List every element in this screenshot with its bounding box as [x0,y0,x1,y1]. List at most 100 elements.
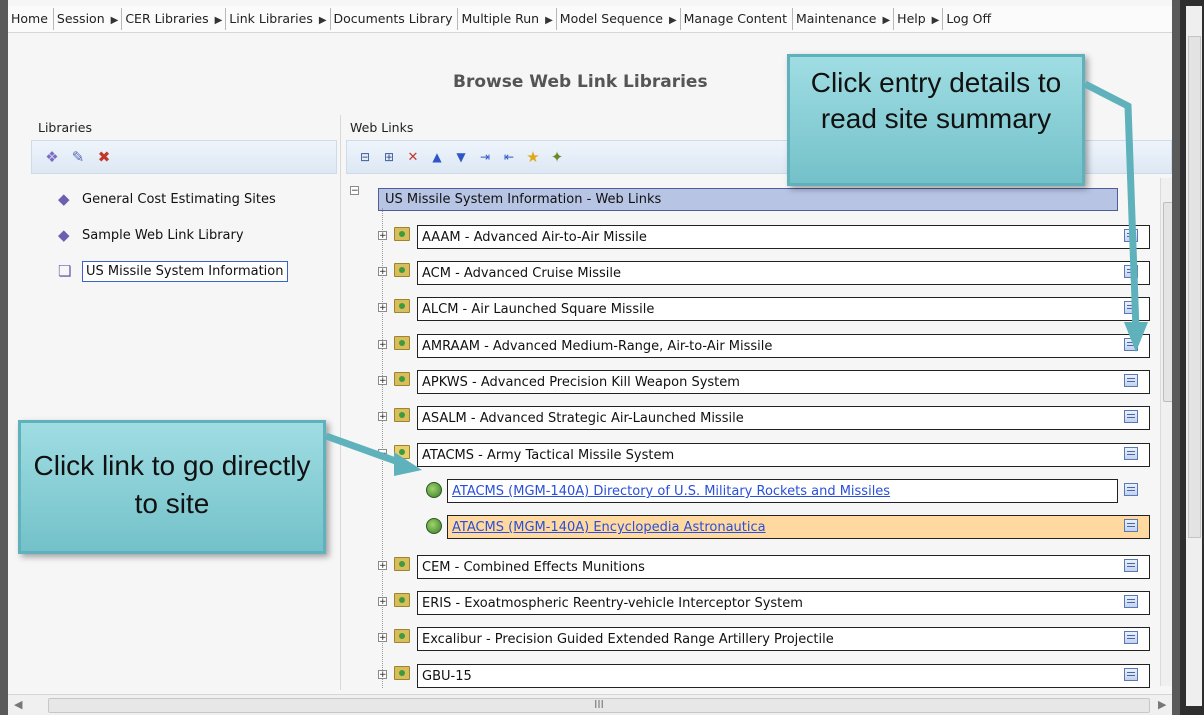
chevron-right-icon: ▶ [214,15,223,26]
tree-link-node[interactable]: ATACMS (MGM-140A) Directory of U.S. Mili… [422,479,1148,503]
move-up-icon[interactable]: ▲ [427,150,447,165]
tree-node[interactable]: + GBU-15 [378,664,1150,688]
folder-icon [394,557,410,571]
horizontal-scroll-thumb[interactable]: III [48,698,1150,713]
favorite-star-icon[interactable]: ★ [523,149,543,165]
details-icon[interactable] [1124,559,1138,572]
tree-node-expanded[interactable]: − ATACMS - Army Tactical Missile System [378,443,1150,467]
folder-icon [394,408,410,422]
menu-help[interactable]: Help ▶ [893,8,942,30]
delete-library-icon[interactable]: ✖ [94,149,114,165]
menu-model-sequence[interactable]: Model Sequence ▶ [555,8,680,30]
folder-icon [394,299,410,313]
collapse-icon[interactable]: − [350,186,359,196]
window-scrollbar[interactable] [1186,6,1202,706]
menu-cer-libraries[interactable]: CER Libraries ▶ [121,8,225,30]
tree-node[interactable]: + ERIS - Exoatmospheric Reentry-vehicle … [378,591,1150,615]
expand-icon[interactable]: + [378,561,387,571]
folder-icon [394,593,410,607]
details-icon[interactable] [1124,338,1138,351]
globe-link-icon [426,482,442,498]
tree-node[interactable]: + CEM - Combined Effects Munitions [378,555,1150,579]
tree-scrollbar[interactable] [1160,178,1172,686]
tree-node[interactable]: + ALCM - Air Launched Square Missile [378,297,1150,321]
libraries-toolbar: ❖ ✎ ✖ [31,140,337,174]
tree-root-label[interactable]: US Missile System Information - Web Link… [378,188,1118,211]
details-icon[interactable] [1124,595,1138,608]
expand-icon[interactable]: + [378,670,387,680]
tree-node[interactable]: + APKWS - Advanced Precision Kill Weapon… [378,370,1150,394]
library-item[interactable]: ◆ Sample Web Link Library [58,222,288,248]
expand-icon[interactable]: + [378,303,387,313]
expand-icon[interactable]: + [378,597,387,607]
library-item-selected[interactable]: ❏ US Missile System Information [58,258,288,284]
expand-icon[interactable]: + [378,633,387,643]
details-icon[interactable] [1124,631,1138,644]
expand-icon[interactable]: + [378,267,387,277]
expand-icon[interactable]: + [378,412,387,422]
menu-maintenance[interactable]: Maintenance ▶ [791,8,893,30]
details-icon[interactable] [1124,483,1138,496]
delete-node-icon[interactable]: ✕ [403,150,423,165]
callout-link: Click link to go directly to site [18,420,326,554]
details-icon[interactable] [1124,265,1138,278]
collapse-icon[interactable]: − [378,449,387,459]
move-down-icon[interactable]: ▼ [451,150,471,165]
outdent-icon[interactable]: ⇤ [499,150,519,165]
library-item[interactable]: ◆ General Cost Estimating Sites [58,186,288,212]
scroll-right-icon[interactable]: ▶ [1158,698,1166,711]
add-folder-icon[interactable]: ⊟ [355,150,375,165]
scroll-left-icon[interactable]: ◀ [14,698,22,711]
horizontal-scrollbar[interactable]: ◀ III ▶ [8,694,1172,715]
menu-manage-content[interactable]: Manage Content [679,8,792,30]
details-icon[interactable] [1124,410,1138,423]
details-icon[interactable] [1124,668,1138,681]
book-icon: ◆ [58,190,70,208]
tree-node[interactable]: + ASALM - Advanced Strategic Air-Launche… [378,406,1150,430]
globe-link-icon [426,518,442,534]
tree-node[interactable]: + AAAM - Advanced Air-to-Air Missile [378,225,1150,249]
details-icon[interactable] [1124,447,1138,460]
open-book-icon: ❏ [58,262,72,280]
details-icon[interactable] [1124,519,1138,532]
favorite-add-icon[interactable]: ✦ [547,149,567,165]
expand-icon[interactable]: + [378,231,387,241]
folder-icon [394,263,410,277]
tree-node[interactable]: + ACM - Advanced Cruise Missile [378,261,1150,285]
menu-session[interactable]: Session ▶ [52,8,121,30]
menu-log-off[interactable]: Log Off [942,8,996,30]
expand-icon[interactable]: + [378,376,387,386]
tree-root[interactable]: − [350,186,359,196]
chevron-right-icon: ▶ [668,15,677,26]
window-scroll-thumb[interactable] [1188,36,1201,538]
details-icon[interactable] [1124,301,1138,314]
expand-icon[interactable]: + [378,340,387,350]
tree-scroll-thumb[interactable] [1163,202,1172,402]
menu-home[interactable]: Home [8,8,53,30]
details-icon[interactable] [1124,374,1138,387]
menu-link-libraries[interactable]: Link Libraries ▶ [225,8,329,30]
callout-details: Click entry details to read site summary [787,54,1085,186]
page-title: Browse Web Link Libraries [453,72,708,92]
add-link-icon[interactable]: ⊞ [379,150,399,165]
open-folder-icon [394,445,410,459]
panel-divider[interactable] [340,115,341,690]
libraries-list: ◆ General Cost Estimating Sites ◆ Sample… [58,186,288,294]
tree-node[interactable]: + Excalibur - Precision Guided Extended … [378,627,1150,651]
menu-documents-library[interactable]: Documents Library [329,8,458,30]
app-frame: Home Session ▶ CER Libraries ▶ Link Libr… [8,0,1172,715]
menu-bar: Home Session ▶ CER Libraries ▶ Link Libr… [8,6,1172,33]
folder-icon [394,666,410,680]
chevron-right-icon: ▶ [931,15,940,26]
add-library-icon[interactable]: ❖ [42,149,62,165]
folder-icon [394,629,410,643]
details-icon[interactable] [1124,229,1138,242]
menu-multiple-run[interactable]: Multiple Run ▶ [457,8,555,30]
tree-link-node-active[interactable]: ATACMS (MGM-140A) Encyclopedia Astronaut… [422,515,1150,539]
chevron-right-icon: ▶ [545,15,553,26]
weblinks-header: Web Links [350,120,414,135]
folder-icon [394,227,410,241]
tree-node[interactable]: + AMRAAM - Advanced Medium-Range, Air-to… [378,334,1150,358]
indent-icon[interactable]: ⇥ [475,150,495,165]
edit-library-icon[interactable]: ✎ [68,149,88,165]
